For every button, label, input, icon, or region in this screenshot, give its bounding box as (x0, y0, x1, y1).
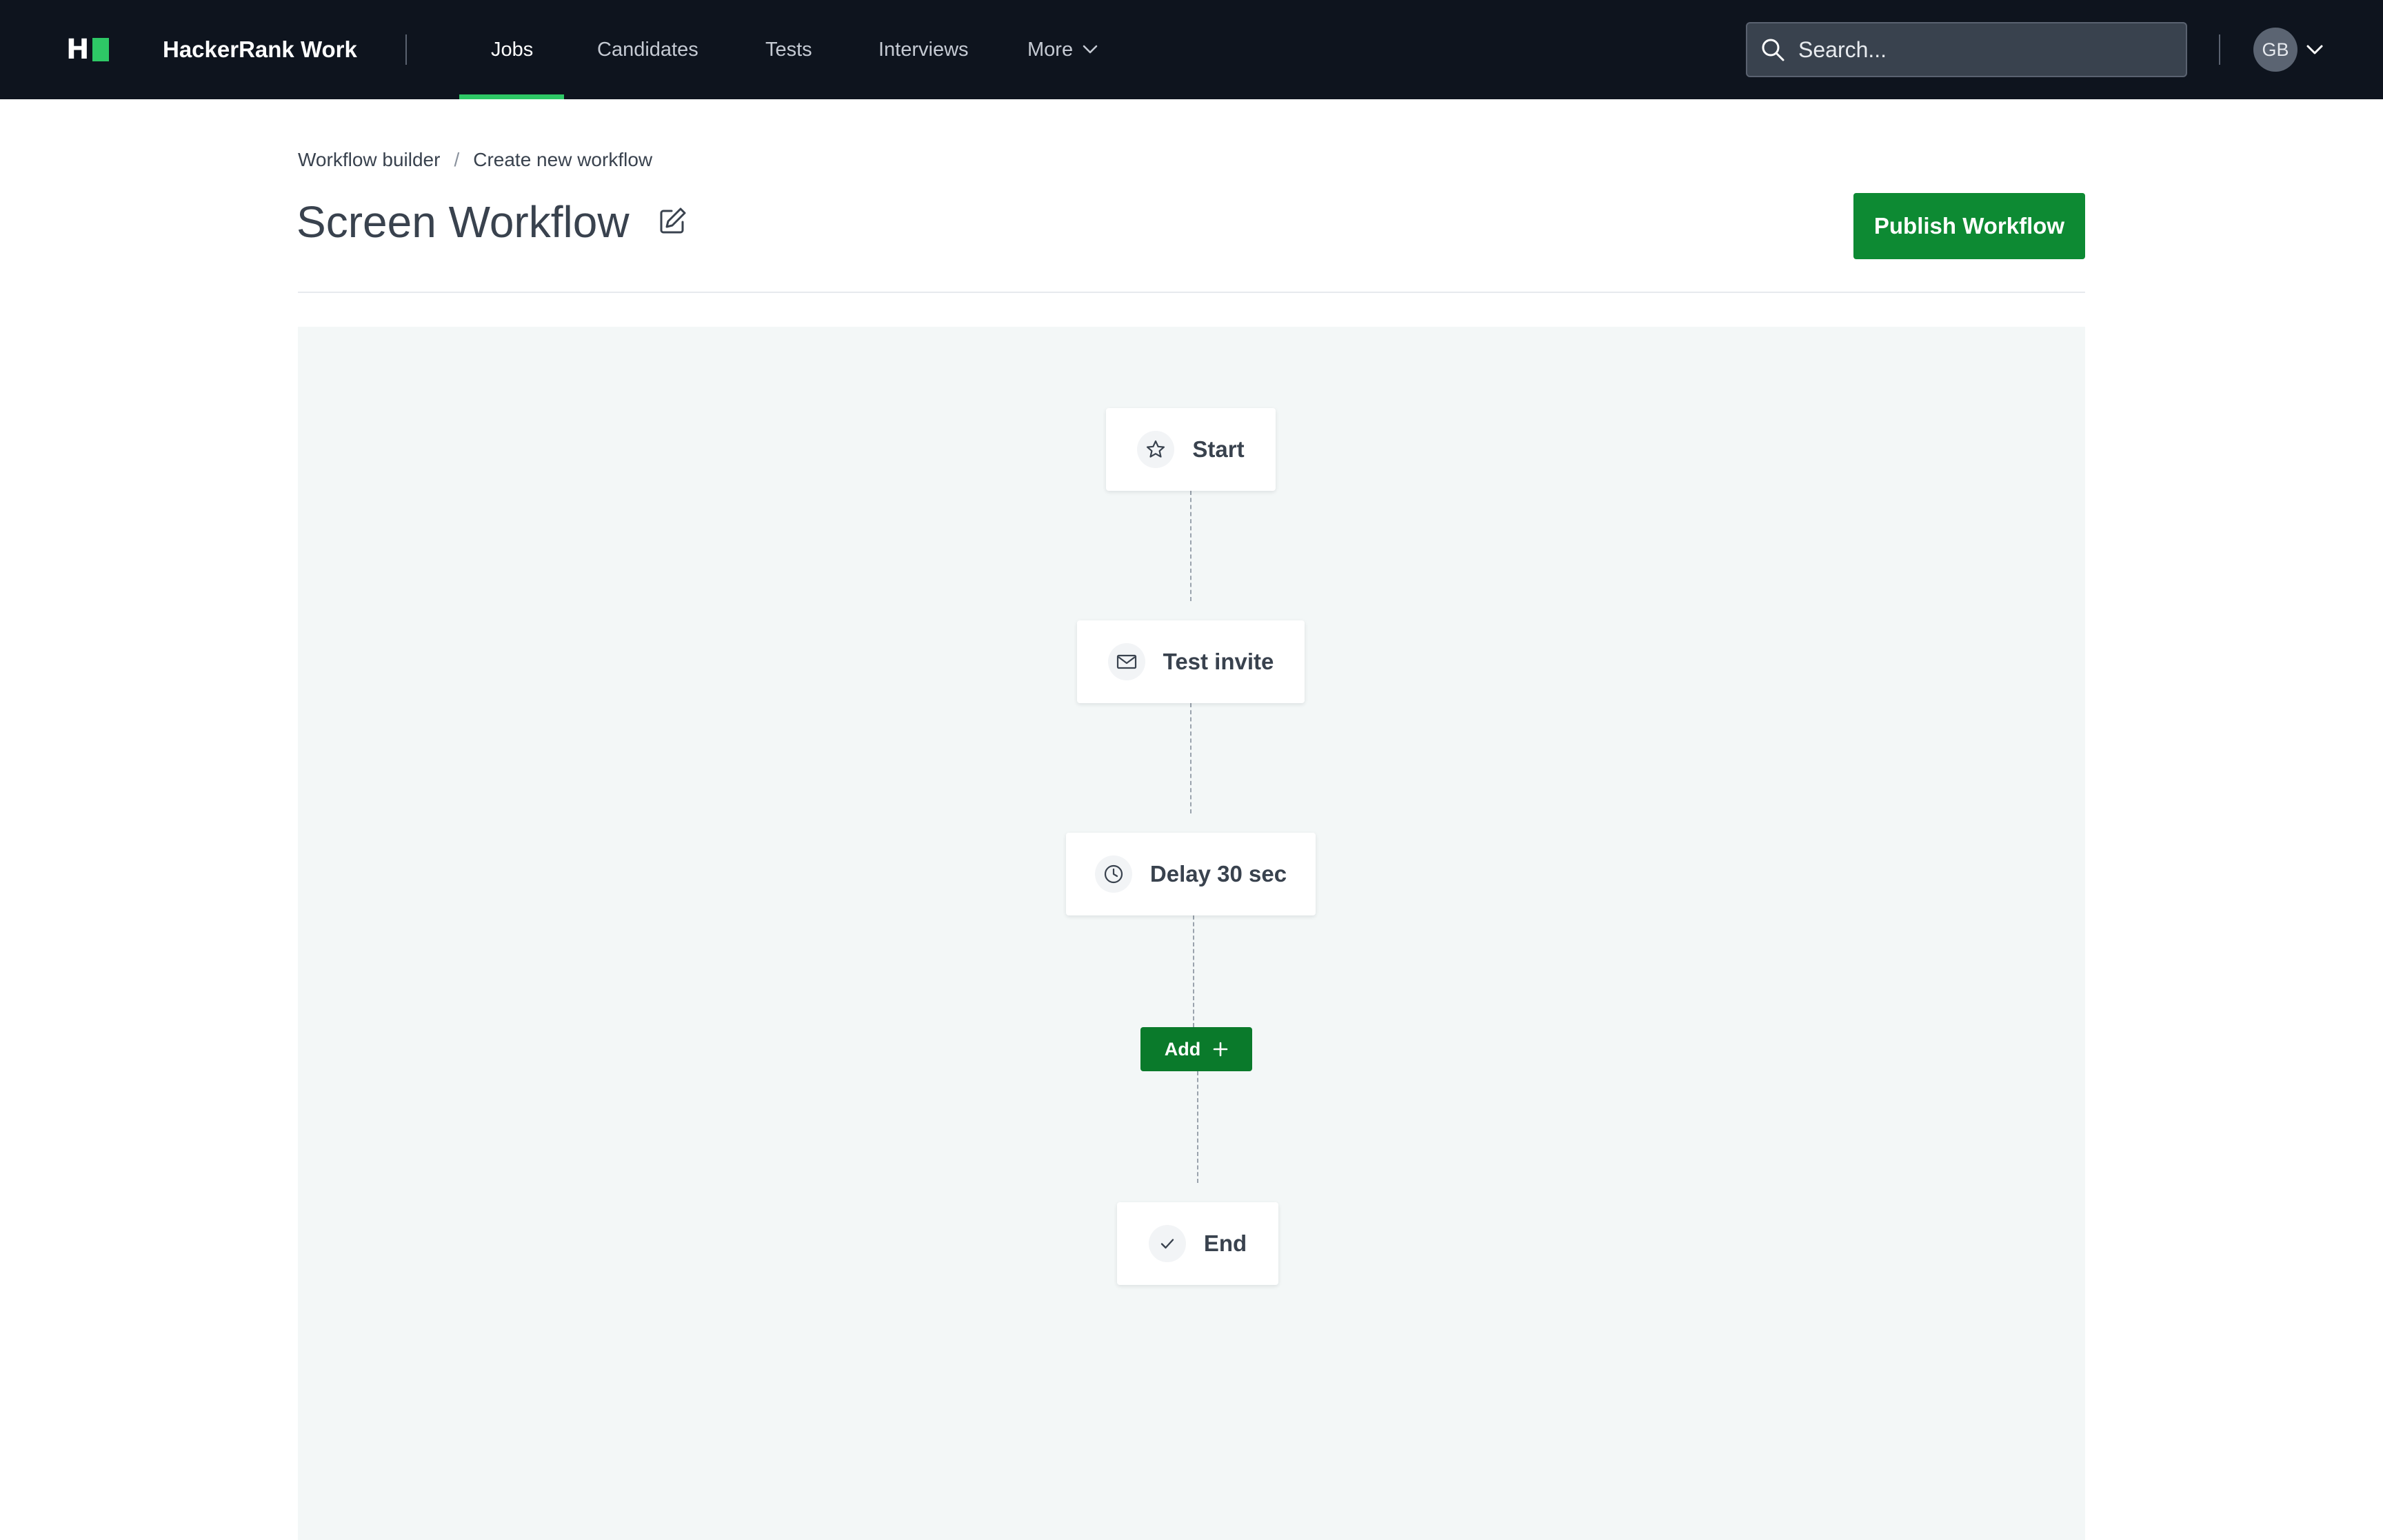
logo-letter: H (66, 34, 89, 65)
search-box[interactable] (1746, 22, 2187, 77)
publish-workflow-button[interactable]: Publish Workflow (1853, 193, 2085, 259)
search-icon (1762, 39, 1784, 61)
connector-line (1197, 1071, 1198, 1183)
user-avatar[interactable]: GB (2253, 28, 2297, 72)
connector-line (1193, 915, 1194, 1027)
nav-item-tests[interactable]: Tests (765, 34, 812, 65)
node-label: Test invite (1163, 649, 1274, 674)
search-input[interactable] (1798, 29, 2186, 70)
breadcrumb-workflow-builder[interactable]: Workflow builder (298, 146, 440, 174)
workflow-node-start[interactable]: Start (1106, 408, 1276, 491)
logo-block-icon (92, 38, 110, 61)
nav-more-label: More (1027, 39, 1074, 61)
nav-item-jobs[interactable]: Jobs (491, 34, 533, 65)
breadcrumb: Workflow builder / Create new workflow (298, 146, 652, 174)
workflow-canvas[interactable]: Start Test invite Delay 30 sec Add End (298, 327, 2085, 1540)
nav-item-candidates[interactable]: Candidates (597, 34, 698, 65)
workflow-node-delay[interactable]: Delay 30 sec (1066, 833, 1316, 915)
star-icon (1137, 431, 1175, 468)
header-divider (2219, 34, 2220, 65)
breadcrumb-create-new-workflow: Create new workflow (473, 149, 653, 170)
hackerrank-logo[interactable]: H (66, 34, 110, 65)
connector-line (1190, 703, 1192, 813)
add-step-label: Add (1164, 1038, 1201, 1060)
add-step-button[interactable]: Add (1140, 1027, 1252, 1071)
top-navigation-bar: H HackerRank Work Jobs Candidates Tests … (0, 0, 2383, 99)
connector-line (1190, 491, 1192, 601)
breadcrumb-separator: / (454, 149, 460, 170)
nav-active-indicator (459, 94, 564, 99)
header-divider-line (298, 292, 2085, 293)
clock-icon (1094, 855, 1132, 893)
envelope-icon (1107, 643, 1145, 680)
edit-icon[interactable] (658, 205, 688, 236)
chevron-down-icon[interactable] (2306, 39, 2324, 61)
nav-item-more[interactable]: More (1027, 34, 1098, 65)
check-icon (1148, 1225, 1186, 1262)
chevron-down-icon (1083, 45, 1098, 54)
node-label: Delay 30 sec (1149, 861, 1287, 886)
nav-item-interviews[interactable]: Interviews (878, 34, 969, 65)
node-label: Start (1192, 436, 1245, 462)
plus-icon (1213, 1042, 1228, 1057)
page-title: Screen Workflow (296, 197, 630, 247)
workflow-node-test-invite[interactable]: Test invite (1077, 620, 1305, 703)
workflow-node-end[interactable]: End (1117, 1202, 1278, 1285)
nav-divider (405, 34, 407, 65)
brand-name[interactable]: HackerRank Work (163, 34, 357, 65)
node-label: End (1203, 1230, 1247, 1256)
